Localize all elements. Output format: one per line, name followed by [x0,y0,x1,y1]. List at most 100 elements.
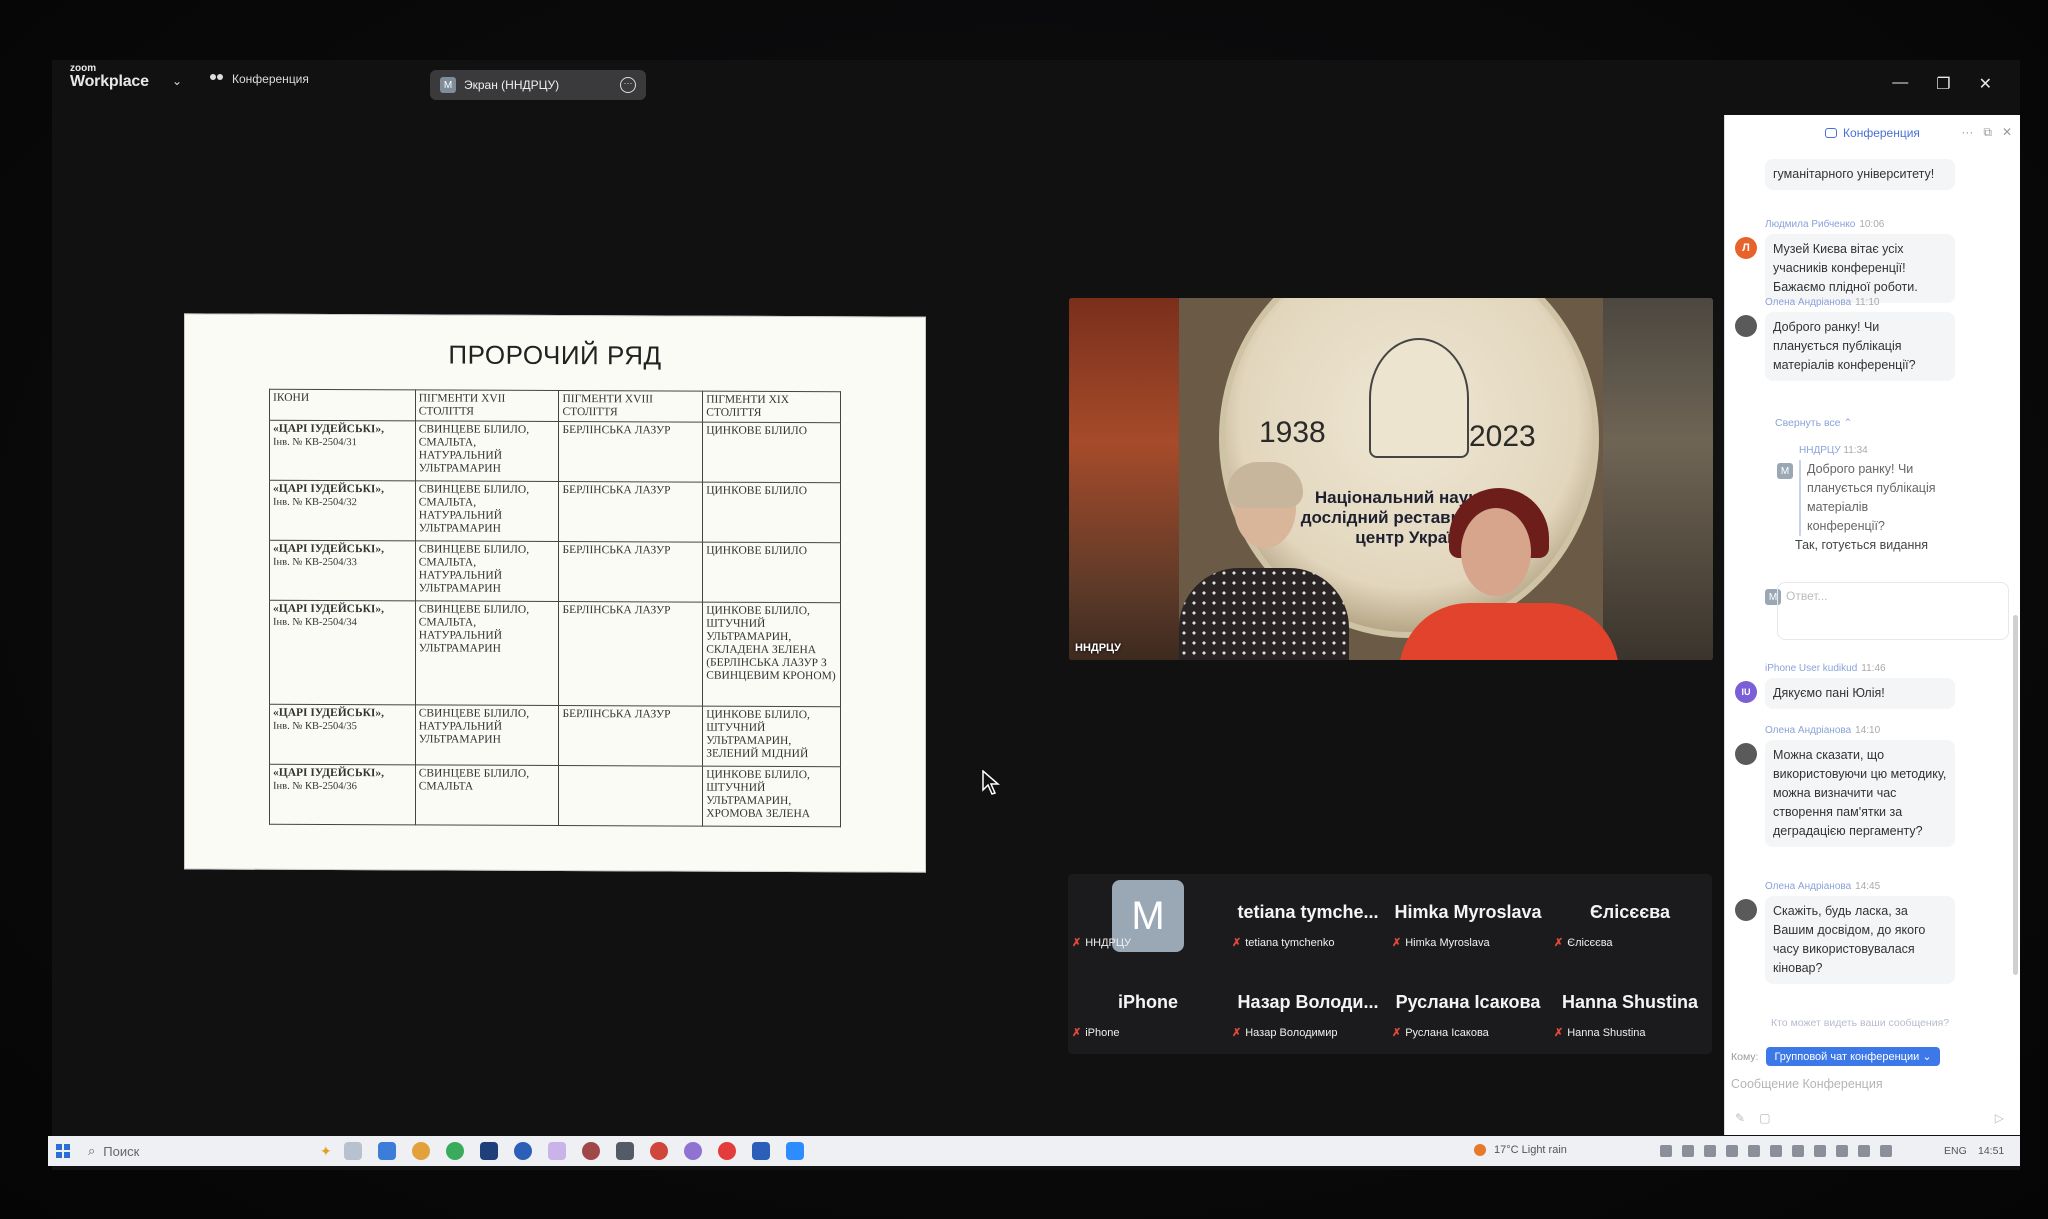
tray-icon[interactable] [1660,1145,1672,1157]
copilot-icon[interactable]: ✦ [320,1143,332,1160]
participant-tile[interactable]: Руслана Ісакова ✗ Руслана Ісакова [1388,964,1548,1050]
app-icon[interactable] [616,1142,634,1160]
tray-icon[interactable] [1726,1145,1738,1157]
pigment-cell: БЕРЛІНСЬКА ЛАЗУР [558,705,703,767]
icon-name: «ЦАРІ ІУДЕЙСЬКІ», [273,602,385,616]
participant-tile[interactable]: Назар Володи... ✗ Назар Володимир [1228,964,1388,1050]
chat-message[interactable]: Олена Андріанова 14:45 Скажіть, будь ласк… [1735,881,1985,984]
participant-display-name: iPhone [1117,992,1178,1012]
reply-input[interactable]: Ответ... [1777,582,2009,640]
column-header: ІКОНИ [269,389,416,421]
collapse-all-link[interactable]: Свернуть все ⌃ [1775,417,1852,429]
participant-tile[interactable]: Hanna Shustina ✗ Hanna Shustina [1550,964,1710,1050]
window-controls: — ❐ ✕ [1892,74,1992,94]
reply-placeholder: Ответ... [1786,589,1828,603]
avatar: Л [1735,237,1757,259]
app-icon[interactable] [582,1142,600,1160]
sender-name: Олена Андріанова [1765,725,1852,736]
app-icon[interactable] [650,1142,668,1160]
speaker-video[interactable]: 1938 2023 Національний науково-дослідний… [1069,298,1713,660]
popout-icon[interactable]: ⧉ [1983,125,1992,140]
chat-message[interactable]: Людмила Рибченко 10:06 Л Музей Києва віта… [1735,219,1985,303]
restore-icon[interactable]: ❐ [1936,74,1950,94]
pigment-cell: ЦИНКОВЕ БІЛИЛО, ШТУЧНИЙ УЛЬТРАМАРИН, СКЛ… [702,602,841,707]
message-input[interactable]: Сообщение Конференция [1731,1077,1883,1091]
bluetooth-icon[interactable] [1682,1145,1694,1157]
mic-muted-icon: ✗ [1392,1027,1402,1039]
zoom-icon[interactable] [786,1142,804,1160]
opera-icon[interactable] [718,1142,736,1160]
participant-tile[interactable]: iPhone ✗ iPhone [1068,964,1228,1050]
more-options-icon[interactable]: ··· [620,77,636,93]
chat-scrollbar[interactable] [2013,615,2018,975]
close-icon[interactable]: ✕ [1979,74,1992,94]
column-header: ПІГМЕНТИ XIX СТОЛІТТЯ [702,391,841,423]
table-row: «ЦАРІ ІУДЕЙСЬКІ», Інв. № КВ-2504/35 СВИНЦЕ… [269,704,841,767]
message-time: 14:10 [1855,725,1881,736]
zoom-logo: zoom Workplace [70,64,149,90]
mic-muted-icon: ✗ [1072,1027,1082,1039]
cloud-icon[interactable] [1792,1145,1804,1157]
volume-icon[interactable] [1858,1145,1870,1157]
chat-message[interactable]: Олена Андріанова 14:10 Можна сказати, що … [1735,725,1985,847]
send-icon[interactable]: ▷ [1995,1111,2004,1125]
cloud-icon[interactable] [1748,1145,1760,1157]
attach-file-icon[interactable]: ▢ [1759,1111,1770,1125]
screen-share-pill[interactable]: M Экран (ННДРЦУ) ··· [430,70,646,100]
chevron-down-icon[interactable]: ⌄ [172,74,182,88]
avatar: IU [1735,681,1757,703]
participant-tile[interactable]: Himka Myroslava ✗ Himka Myroslava [1388,874,1548,960]
participant-label: Назар Володимир [1245,1026,1338,1039]
app-icon[interactable] [684,1142,702,1160]
tray-icon[interactable] [1880,1145,1892,1157]
tray-icon[interactable] [1704,1145,1716,1157]
pigment-cell: СВИНЦЕВЕ БІЛИЛО, СМАЛЬТА, НАТУРАЛЬНИЙ УЛ… [415,420,559,482]
windows-start-icon[interactable] [56,1144,70,1158]
language-indicator[interactable]: ENG [1944,1145,1967,1157]
conference-tab[interactable]: Конференция [210,72,309,86]
mic-muted-icon: ✗ [1554,937,1564,949]
app-icon[interactable] [480,1142,498,1160]
app-icon[interactable] [378,1142,396,1160]
close-icon[interactable]: ✕ [2002,125,2012,140]
participant-label: Руслана Ісакова [1405,1026,1489,1039]
pigment-cell: ЦИНКОВЕ БІЛИЛО, ШТУЧНИЙ УЛЬТРАМАРИН, ХРО… [702,766,841,827]
search-placeholder: Поиск [103,1143,140,1159]
participant-tile[interactable]: Єлісєєва ✗ Єлісєєва [1550,874,1710,960]
chrome-icon[interactable] [412,1142,430,1160]
chat-message[interactable]: iPhone User kudikud 11:46 IU Дякуємо пані… [1735,663,1985,709]
reply-text: Так, готується видання [1795,538,1929,552]
participant-tile[interactable]: tetiana tymche... ✗ tetiana tymchenko [1228,874,1388,960]
sender-name: Олена Андріанова [1765,297,1852,308]
app-icon[interactable] [514,1142,532,1160]
recipient-select[interactable]: Групповой чат конференции ⌄ [1766,1047,1940,1066]
taskbar-search[interactable]: ⌕ Поиск ✦ [88,1140,338,1162]
year-left: 1938 [1259,416,1326,449]
icon-cell: «ЦАРІ ІУДЕЙСЬКІ», Інв. № КВ-2504/32 [269,480,416,541]
task-view-icon[interactable] [344,1142,362,1160]
network-icon[interactable] [1836,1145,1848,1157]
thread-reply[interactable]: ННДРЦУ 11:34 M Доброго ранку! Чи плануєт… [1765,445,2001,552]
mic-muted-icon: ✗ [1554,1027,1564,1039]
pigment-cell: ЦИНКОВЕ БІЛИЛО [702,422,841,483]
app-icon[interactable] [548,1142,566,1160]
app-icon[interactable] [446,1142,464,1160]
clock[interactable]: 14:51 [1978,1145,2004,1157]
weather-icon [1474,1144,1486,1156]
message-text: гуманітарного університету! [1765,159,1955,190]
who-can-see-link[interactable]: Кто может видеть ваши сообщения? [1771,1017,1949,1029]
chat-message[interactable]: Олена Андріанова 11:10 Доброго ранку! Чи … [1735,297,1985,381]
minimize-icon[interactable]: — [1892,74,1908,94]
inventory-number: Інв. № КВ-2504/34 [273,616,357,629]
battery-icon[interactable] [1814,1145,1826,1157]
participant-display-name: tetiana tymche... [1237,902,1379,922]
pigment-cell: БЕРЛІНСЬКА ЛАЗУР [558,421,703,483]
participant-tile[interactable]: M ✗ ННДРЦУ [1068,874,1228,960]
weather-widget[interactable]: 17°C Light rain [1474,1144,1567,1156]
format-icon[interactable]: ✎ [1735,1111,1745,1125]
chat-panel: Конференция ··· ⧉ ✕ гуманітарного універ… [1724,115,2020,1135]
table-row: «ЦАРІ ІУДЕЙСЬКІ», Інв. № КВ-2504/36 СВИНЦЕ… [269,764,841,827]
word-icon[interactable] [752,1142,770,1160]
cloud-icon[interactable] [1770,1145,1782,1157]
more-icon[interactable]: ··· [1961,125,1973,140]
